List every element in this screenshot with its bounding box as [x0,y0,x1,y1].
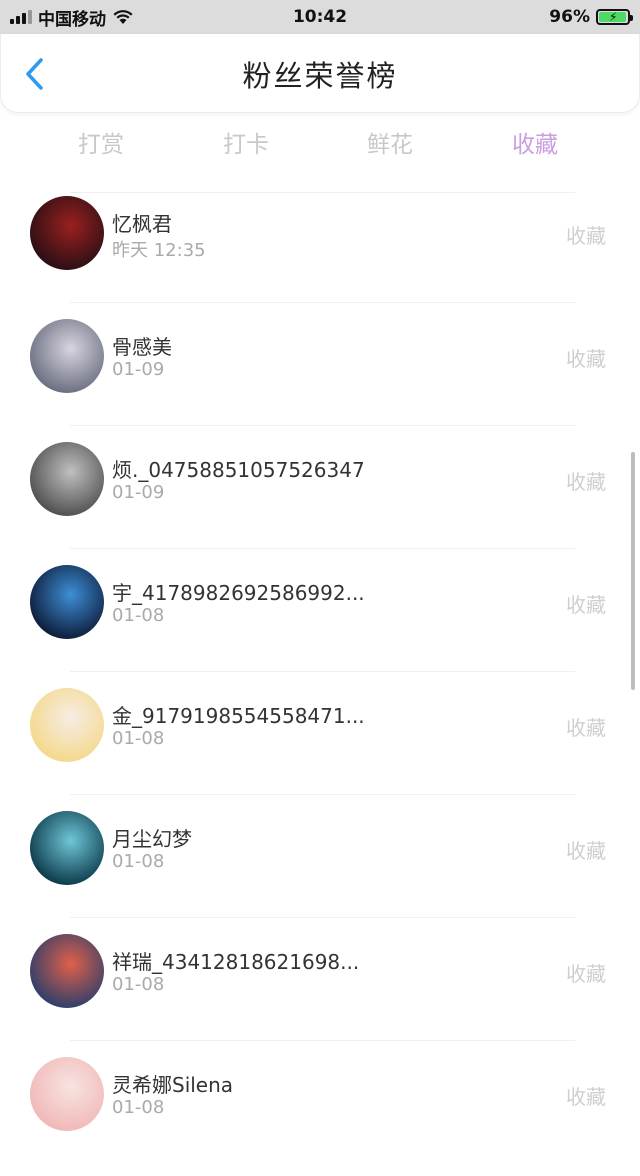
list-item[interactable]: 祥瑞_43412818621698... 01-08 收藏 [0,930,640,1053]
user-name: 烦._04758851057526347 [112,458,365,482]
avatar[interactable] [30,934,104,1008]
avatar[interactable] [30,319,104,393]
timestamp: 01-08 [112,1097,165,1118]
divider [70,671,575,672]
list-item[interactable]: 宇_4178982692586992... 01-08 收藏 [0,561,640,684]
divider [70,302,575,303]
battery-percent: 96% [549,7,590,27]
user-name: 宇_4178982692586992... [112,581,365,605]
user-name: 灵希娜Silena [112,1073,234,1097]
favorite-action[interactable]: 收藏 [566,835,606,864]
favorite-action[interactable]: 收藏 [566,589,606,618]
status-right: 96% ⚡ [549,0,633,34]
favorite-action[interactable]: 收藏 [566,1081,606,1110]
divider [70,425,575,426]
tab-bar: 打赏 打卡 鲜花 收藏 [0,118,640,174]
nav-header: 粉丝荣誉榜 [0,34,640,113]
favorite-action[interactable]: 收藏 [566,712,606,741]
divider [70,548,575,549]
list-item[interactable]: 烦._04758851057526347 01-09 收藏 [0,438,640,561]
divider [70,794,575,795]
divider [70,917,575,918]
user-name: 祥瑞_43412818621698... [112,950,360,974]
battery-icon: ⚡ [596,9,633,25]
avatar[interactable] [30,196,104,270]
timestamp: 01-08 [112,974,165,995]
user-name: 月尘幻梦 [112,827,192,851]
status-bar: 中国移动 10:42 96% ⚡ [0,0,640,34]
scrollbar[interactable] [631,452,635,690]
avatar[interactable] [30,811,104,885]
favorite-action[interactable]: 收藏 [566,220,606,249]
favorite-action[interactable]: 收藏 [566,958,606,987]
list-item[interactable]: 骨感美 01-09 收藏 [0,315,640,438]
list-item[interactable]: 月尘幻梦 01-08 收藏 [0,807,640,930]
user-name: 骨感美 [112,335,172,359]
timestamp: 01-09 [112,482,165,503]
list-item[interactable]: 灵希娜Silena 01-08 收藏 [0,1053,640,1176]
tab-favorites[interactable]: 收藏 [512,118,558,172]
favorite-action[interactable]: 收藏 [566,343,606,372]
timestamp: 昨天 12:35 [112,240,206,261]
avatar[interactable] [30,1057,104,1131]
user-name: 金_9179198554558471... [112,704,365,728]
timestamp: 01-08 [112,605,165,626]
user-name: 忆枫君 [112,212,172,236]
status-time: 10:42 [292,7,348,27]
tab-reward[interactable]: 打赏 [78,118,124,172]
divider [70,1040,575,1041]
avatar[interactable] [30,688,104,762]
favorite-action[interactable]: 收藏 [566,466,606,495]
tab-checkin[interactable]: 打卡 [223,118,269,172]
page-title: 粉丝荣誉榜 [242,59,398,93]
timestamp: 01-08 [112,851,165,872]
avatar[interactable] [30,442,104,516]
list-item[interactable]: 忆枫君 昨天 12:35 收藏 [0,192,640,315]
tab-flowers[interactable]: 鲜花 [367,118,413,172]
list-item[interactable]: 金_9179198554558471... 01-08 收藏 [0,684,640,807]
timestamp: 01-08 [112,728,165,749]
timestamp: 01-09 [112,359,165,380]
avatar[interactable] [30,565,104,639]
